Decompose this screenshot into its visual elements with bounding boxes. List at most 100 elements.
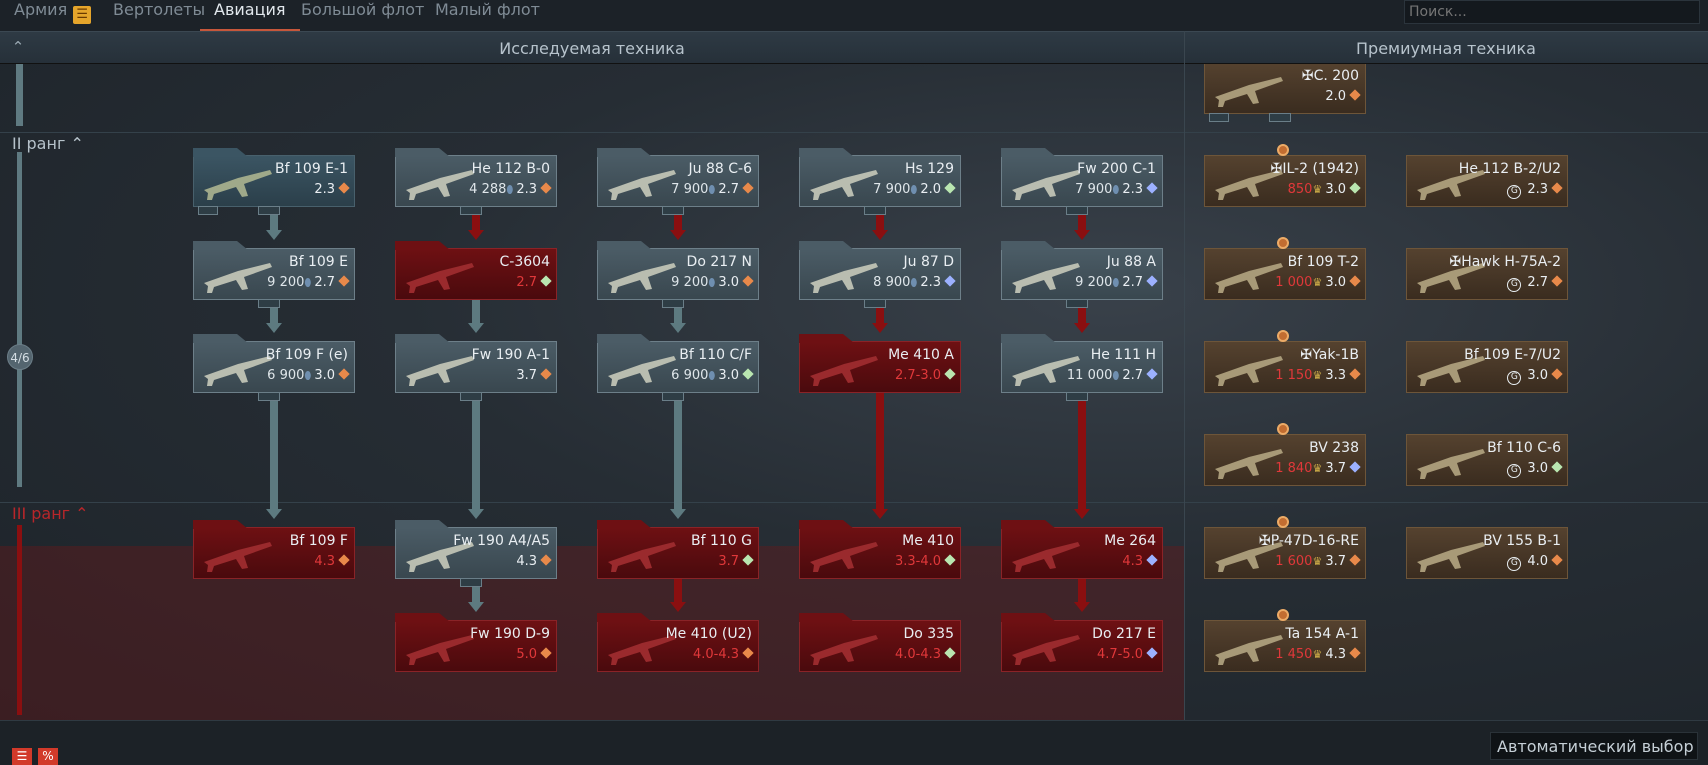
battle-rating: 3.0: [1527, 368, 1548, 383]
crew-slot-icon[interactable]: [1066, 299, 1088, 308]
crew-slot-icon[interactable]: [864, 299, 886, 308]
vehicle-card[interactable]: BV 238 1 840 ♛ 3.7: [1204, 423, 1366, 486]
vehicle-card[interactable]: Ju 88 C-6 7 900 ⬮ 2.7: [597, 148, 759, 215]
vehicle-card[interactable]: Ta 154 A-1 1 450 ♛ 4.3: [1204, 609, 1366, 672]
vehicle-stats: 4.3: [1119, 554, 1158, 569]
crew-slot-icon[interactable]: [460, 578, 482, 587]
vehicle-card[interactable]: Bf 109 T-2 1 000 ♛ 3.0: [1204, 237, 1366, 300]
vehicle-card[interactable]: He 112 B-0 4 288 ⬮ 2.3: [395, 148, 557, 215]
tab-army[interactable]: Армия ☰: [14, 0, 92, 31]
vehicle-card[interactable]: Fw 190 A-1 3.7: [395, 334, 557, 401]
vehicle-name: Me 410 (U2): [665, 626, 752, 642]
vehicle-name: ✠Yak-1B: [1300, 347, 1359, 363]
rank-progress-track: [16, 64, 23, 126]
research-point-icon: ⬮: [304, 369, 312, 382]
vehicle-stats: 9 200 ⬮ 3.0: [671, 275, 754, 290]
modifications-icon[interactable]: [1209, 113, 1229, 122]
vehicle-card[interactable]: Bf 110 C/F 6 900 ⬮ 3.0: [597, 334, 759, 401]
vehicle-card[interactable]: Ju 87 D 8 900 ⬮ 2.3: [799, 241, 961, 308]
vehicle-stats: 6 900 ⬮ 3.0: [671, 368, 754, 383]
tree-connector: [270, 393, 278, 509]
vehicle-card[interactable]: Bf 109 F 4.3: [193, 520, 355, 579]
vehicle-card[interactable]: ✠C. 200 2.0: [1204, 64, 1366, 122]
tab-coastal-fleet[interactable]: Малый флот: [435, 0, 540, 31]
vehicle-card[interactable]: Ju 88 A 9 200 ⬮ 2.7: [1001, 241, 1163, 308]
battle-rating: 3.7: [1325, 554, 1346, 569]
vehicle-name: BV 155 B-1: [1483, 533, 1561, 549]
role-icon: [1551, 182, 1563, 194]
vehicle-card[interactable]: Bf 109 F (e) 6 900 ⬮ 3.0: [193, 334, 355, 401]
discount-icon[interactable]: %: [38, 748, 58, 765]
crew-slot-icon[interactable]: [1269, 113, 1291, 122]
vehicle-card[interactable]: Me 264 4.3: [1001, 520, 1163, 579]
vehicle-card[interactable]: ✠Hawk H-75A-2 G 2.7: [1406, 248, 1568, 300]
plane-image: [1012, 263, 1080, 293]
tab-bluewater-fleet[interactable]: Большой флот: [301, 0, 424, 31]
vehicle-name: ✠C. 200: [1301, 68, 1359, 84]
rank-2-label[interactable]: II ранг ⌃: [12, 134, 84, 153]
crew-slot-icon[interactable]: [1066, 392, 1088, 401]
vehicle-card[interactable]: Fw 200 C-1 7 900 ⬮ 2.3: [1001, 148, 1163, 215]
vehicle-card[interactable]: He 111 H 11 000 ⬮ 2.7: [1001, 334, 1163, 401]
list-icon[interactable]: ☰: [73, 6, 92, 24]
vehicle-card[interactable]: Fw 190 A4/A5 4.3: [395, 520, 557, 587]
battle-rating: 3.0: [718, 275, 739, 290]
auto-select-button[interactable]: Автоматический выбор: [1490, 732, 1698, 760]
vehicle-card[interactable]: Bf 110 C-6 G 3.0: [1406, 434, 1568, 486]
role-icon: [1551, 461, 1563, 473]
crew-slot-icon[interactable]: [258, 392, 280, 401]
vehicle-stats: 4.0-4.3: [892, 647, 956, 662]
vehicle-stats: 1 450 ♛ 4.3: [1275, 647, 1361, 662]
tab-aviation[interactable]: Авиация: [200, 0, 299, 31]
golden-eagle-icon: ♛: [1312, 555, 1323, 568]
vehicle-card[interactable]: ✠Yak-1B 1 150 ♛ 3.3: [1204, 330, 1366, 393]
crew-slot-icon[interactable]: [258, 299, 280, 308]
card-tab: [395, 334, 450, 343]
crew-slot-icon[interactable]: [460, 206, 482, 215]
crew-slot-icon[interactable]: [662, 206, 684, 215]
vehicle-card[interactable]: Bf 109 E 9 200 ⬮ 2.7: [193, 241, 355, 308]
search-input[interactable]: [1404, 0, 1700, 24]
vehicle-card[interactable]: ✠P-47D-16-RE 1 600 ♛ 3.7: [1204, 516, 1366, 579]
vehicle-cost: 7 900: [1075, 182, 1113, 197]
vehicle-card[interactable]: Me 410 A 2.7-3.0: [799, 334, 961, 393]
plane-image: [608, 263, 676, 293]
battle-rating: 2.7: [718, 182, 739, 197]
research-point-icon: ⬮: [708, 183, 716, 196]
vehicle-card[interactable]: Hs 129 7 900 ⬮ 2.0: [799, 148, 961, 215]
vehicle-card[interactable]: Do 335 4.0-4.3: [799, 613, 961, 672]
crew-slot-icon[interactable]: [864, 206, 886, 215]
crew-slot-icon[interactable]: [460, 392, 482, 401]
vehicle-card[interactable]: Me 410 (U2) 4.0-4.3: [597, 613, 759, 672]
vehicle-card[interactable]: Me 410 3.3-4.0: [799, 520, 961, 579]
list-view-icon[interactable]: ☰: [12, 748, 32, 765]
rank-3-label[interactable]: III ранг ⌃: [12, 504, 89, 523]
tab-helicopters[interactable]: Вертолеты: [113, 0, 205, 31]
premium-medal-icon: [1277, 330, 1289, 342]
vehicle-card[interactable]: Bf 110 G 3.7: [597, 520, 759, 579]
vehicle-stats: 7 900 ⬮ 2.3: [1075, 182, 1158, 197]
crew-slot-icon[interactable]: [662, 299, 684, 308]
tree-arrow: [266, 509, 282, 519]
tree-arrow: [468, 323, 484, 333]
vehicle-card[interactable]: Fw 190 D-9 5.0: [395, 613, 557, 672]
vehicle-cost: 6 900: [671, 368, 709, 383]
vehicle-card[interactable]: Bf 109 E-7/U2 G 3.0: [1406, 341, 1568, 393]
modifications-icon[interactable]: [198, 206, 218, 215]
rank-progress-track: [17, 525, 22, 715]
crew-slot-icon[interactable]: [258, 206, 280, 215]
battle-rating: 4.3: [1122, 554, 1143, 569]
vehicle-card[interactable]: He 112 B-2/U2 G 2.3: [1406, 155, 1568, 207]
vehicle-card[interactable]: BV 155 B-1 G 4.0: [1406, 527, 1568, 579]
crew-slot-icon[interactable]: [1066, 206, 1088, 215]
vehicle-card[interactable]: C-3604 2.7: [395, 241, 557, 300]
vehicle-card[interactable]: Do 217 E 4.7-5.0: [1001, 613, 1163, 672]
battle-rating: 2.0: [920, 182, 941, 197]
vehicle-card[interactable]: Do 217 N 9 200 ⬮ 3.0: [597, 241, 759, 308]
vehicle-card[interactable]: Bf 109 E-1 2.3: [193, 148, 355, 215]
research-tree[interactable]: II ранг ⌃ III ранг ⌃ 4/6 ✠C. 200 2.0 Bf 10…: [0, 64, 1708, 720]
vehicle-card[interactable]: ✠IL-2 (1942) 850 ♛ 3.0: [1204, 144, 1366, 207]
tree-arrow: [670, 230, 686, 240]
vehicle-stats: 4.0-4.3: [690, 647, 754, 662]
crew-slot-icon[interactable]: [662, 392, 684, 401]
